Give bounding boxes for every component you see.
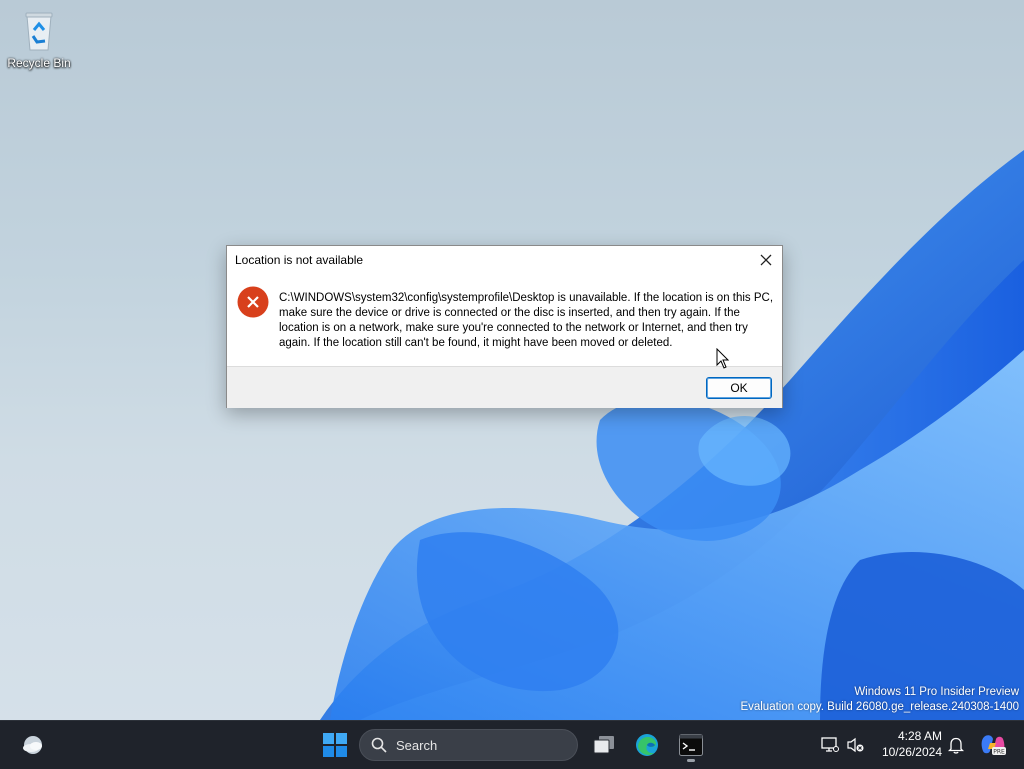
dialog-titlebar[interactable]: Location is not available [227,246,782,274]
taskbar-search-box[interactable]: Search [359,729,578,761]
start-button[interactable] [318,729,352,761]
desktop-icon-label: Recycle Bin [7,56,71,70]
error-dialog: Location is not available C:\WINDOWS\sys… [226,245,783,408]
notification-bell-icon [948,737,964,754]
ok-button[interactable]: OK [706,377,772,399]
desktop-icon-recycle-bin[interactable]: Recycle Bin [4,8,74,70]
recycle-bin-icon [17,8,61,52]
notification-button[interactable] [946,729,966,761]
edge-button[interactable] [631,729,663,761]
system-clock[interactable]: 4:28 AM 10/26/2024 [872,728,942,760]
dialog-title: Location is not available [235,253,364,267]
close-button[interactable] [756,250,776,270]
network-icon [821,737,839,752]
volume-button[interactable] [846,729,866,761]
search-placeholder: Search [396,738,438,753]
close-icon [760,254,772,266]
running-indicator [687,759,695,762]
dialog-body: C:\WINDOWS\system32\config\systemprofile… [227,274,782,366]
copilot-button[interactable]: PRE [978,729,1008,761]
watermark-line2: Evaluation copy. Build 26080.ge_release.… [740,701,1019,713]
svg-text:PRE: PRE [993,749,1005,756]
clock-date: 10/26/2024 [881,745,942,759]
task-view-button[interactable] [589,729,619,761]
error-icon [237,286,269,318]
volume-muted-icon [847,737,864,753]
search-icon [371,737,387,753]
weather-icon [23,736,42,754]
edge-icon [636,734,658,756]
mouse-cursor-icon [716,348,730,369]
taskbar: Search 4:28 AM 10/26/2024 PRE [0,720,1024,769]
evaluation-watermark: Windows 11 Pro Insider Preview Evaluatio… [740,685,1019,715]
task-view-icon [593,736,614,754]
dialog-footer: OK [227,366,782,408]
dialog-message: C:\WINDOWS\system32\config\systemprofile… [279,292,774,349]
watermark-line1: Windows 11 Pro Insider Preview [854,686,1019,698]
weather-widget-button[interactable] [18,729,48,761]
copilot-icon: PRE [981,735,1006,756]
terminal-button[interactable] [675,729,707,761]
clock-time: 4:28 AM [897,729,942,743]
network-button[interactable] [820,729,840,761]
terminal-icon [679,734,703,756]
start-icon [323,733,347,757]
